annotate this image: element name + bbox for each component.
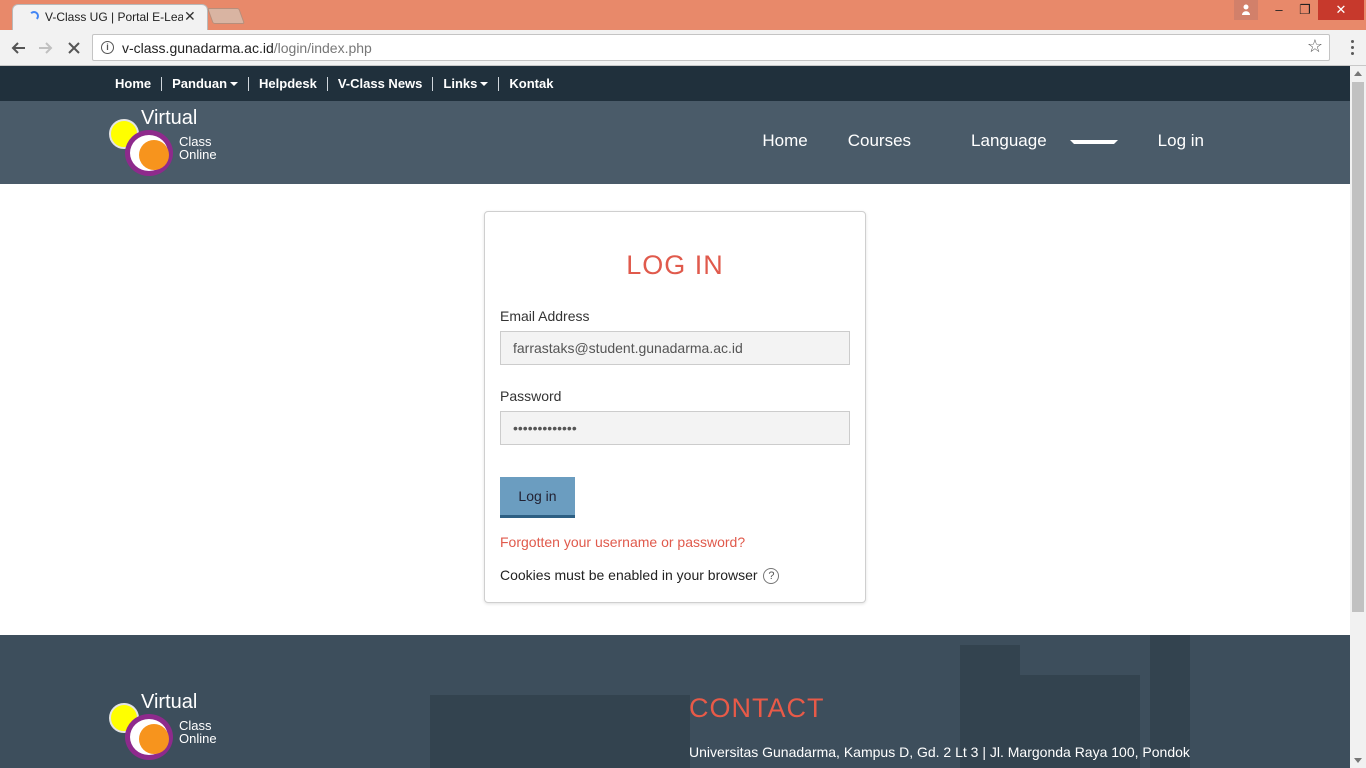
logo-text-online: Online bbox=[179, 731, 217, 746]
nav-home[interactable]: Home bbox=[742, 131, 827, 151]
topnav-home-label: Home bbox=[115, 75, 152, 91]
logo-text-class-online: Class Online bbox=[179, 135, 217, 161]
url-domain: v-class.gunadarma.ac.id bbox=[122, 40, 274, 56]
help-icon[interactable]: ? bbox=[763, 568, 780, 585]
site-info-icon[interactable]: i bbox=[101, 41, 114, 54]
main-navigation: Home Courses Language Log in bbox=[742, 131, 1224, 151]
password-field[interactable]: ••••••••••••• bbox=[500, 411, 850, 445]
new-tab-button[interactable] bbox=[207, 8, 245, 24]
cookies-notice: Cookies must be enabled in your browser … bbox=[500, 567, 780, 585]
address-bar[interactable]: i v-class.gunadarma.ac.id/login/index.ph… bbox=[92, 34, 1330, 61]
email-label: Email Address bbox=[500, 308, 590, 324]
topnav-home[interactable]: Home bbox=[105, 75, 161, 91]
loading-spinner-icon bbox=[29, 11, 39, 21]
footer-building-silhouette bbox=[430, 695, 690, 768]
scrollbar-thumb[interactable] bbox=[1352, 82, 1364, 612]
browser-titlebar: V-Class UG | Portal E-Learning ✕ – ❐ ✕ bbox=[0, 0, 1366, 30]
contact-address: Universitas Gunadarma, Kampus D, Gd. 2 L… bbox=[689, 744, 1190, 760]
site-header: Virtual Class Online Home Courses Languag… bbox=[0, 101, 1350, 184]
site-footer: Virtual Class Online CONTACT Universitas … bbox=[0, 635, 1350, 768]
logo-text-class-online: Class Online bbox=[179, 719, 217, 745]
caret-down-icon bbox=[230, 82, 239, 87]
topnav-helpdesk-label: Helpdesk bbox=[259, 75, 317, 91]
topnav-kontak[interactable]: Kontak bbox=[498, 75, 563, 91]
footer-logo[interactable]: Virtual Class Online bbox=[109, 691, 229, 763]
nav-courses[interactable]: Courses bbox=[828, 131, 931, 151]
tab-close-icon[interactable]: ✕ bbox=[184, 8, 196, 25]
utility-navbar: Home Panduan Helpdesk V-Class News Links… bbox=[0, 66, 1350, 101]
nav-login[interactable]: Log in bbox=[1138, 131, 1224, 151]
logo-text-online: Online bbox=[179, 147, 217, 162]
cookies-text: Cookies must be enabled in your browser bbox=[500, 567, 758, 583]
password-label: Password bbox=[500, 388, 562, 404]
logo-text-virtual: Virtual bbox=[141, 691, 198, 713]
page-scrollbar[interactable] bbox=[1350, 66, 1366, 768]
logo-text-virtual: Virtual bbox=[141, 107, 198, 129]
scroll-up-icon[interactable] bbox=[1354, 71, 1362, 76]
forgot-password-link[interactable]: Forgotten your username or password? bbox=[500, 534, 745, 550]
login-panel: LOG IN Email Address farrastaks@student.… bbox=[484, 211, 866, 603]
user-icon bbox=[1242, 4, 1250, 15]
nav-language[interactable]: Language bbox=[931, 131, 1138, 151]
stop-loading-icon[interactable] bbox=[62, 36, 86, 60]
logo-orange-circle bbox=[139, 724, 169, 754]
topnav-links[interactable]: Links bbox=[432, 75, 498, 91]
topnav-panduan-label: Panduan bbox=[172, 75, 228, 91]
contact-heading: CONTACT bbox=[689, 693, 825, 723]
scroll-down-icon[interactable] bbox=[1354, 758, 1362, 763]
back-arrow-icon[interactable] bbox=[6, 36, 30, 60]
topnav-news-label: V-Class News bbox=[337, 75, 423, 91]
browser-tab[interactable]: V-Class UG | Portal E-Learning ✕ bbox=[12, 4, 208, 30]
forward-arrow-icon[interactable] bbox=[34, 36, 58, 60]
nav-language-label: Language bbox=[971, 131, 1047, 150]
close-window-button[interactable]: ✕ bbox=[1318, 0, 1364, 20]
login-title: LOG IN bbox=[626, 250, 724, 280]
email-field[interactable]: farrastaks@student.gunadarma.ac.id bbox=[500, 331, 850, 365]
topnav-helpdesk[interactable]: Helpdesk bbox=[248, 75, 327, 91]
url-path: /login/index.php bbox=[273, 40, 372, 56]
topnav-panduan[interactable]: Panduan bbox=[161, 75, 248, 91]
minimize-button[interactable]: – bbox=[1266, 0, 1292, 20]
topnav-kontak-label: Kontak bbox=[509, 75, 554, 91]
browser-menu-icon[interactable] bbox=[1344, 38, 1360, 58]
bookmark-star-icon[interactable]: ☆ bbox=[1307, 36, 1323, 57]
maximize-button[interactable]: ❐ bbox=[1292, 0, 1318, 20]
login-button[interactable]: Log in bbox=[500, 477, 575, 518]
tab-title: V-Class UG | Portal E-Learning bbox=[45, 10, 183, 24]
profile-button[interactable] bbox=[1234, 0, 1258, 20]
topnav-vclass-news[interactable]: V-Class News bbox=[326, 75, 433, 91]
caret-down-icon bbox=[480, 82, 489, 87]
site-logo[interactable]: Virtual Class Online bbox=[109, 107, 229, 179]
url-text[interactable]: v-class.gunadarma.ac.id/login/index.php bbox=[122, 40, 372, 56]
logo-orange-circle bbox=[139, 140, 169, 170]
caret-down-icon bbox=[1069, 139, 1118, 144]
browser-toolbar: i v-class.gunadarma.ac.id/login/index.ph… bbox=[0, 30, 1366, 66]
topnav-links-label: Links bbox=[443, 75, 478, 91]
